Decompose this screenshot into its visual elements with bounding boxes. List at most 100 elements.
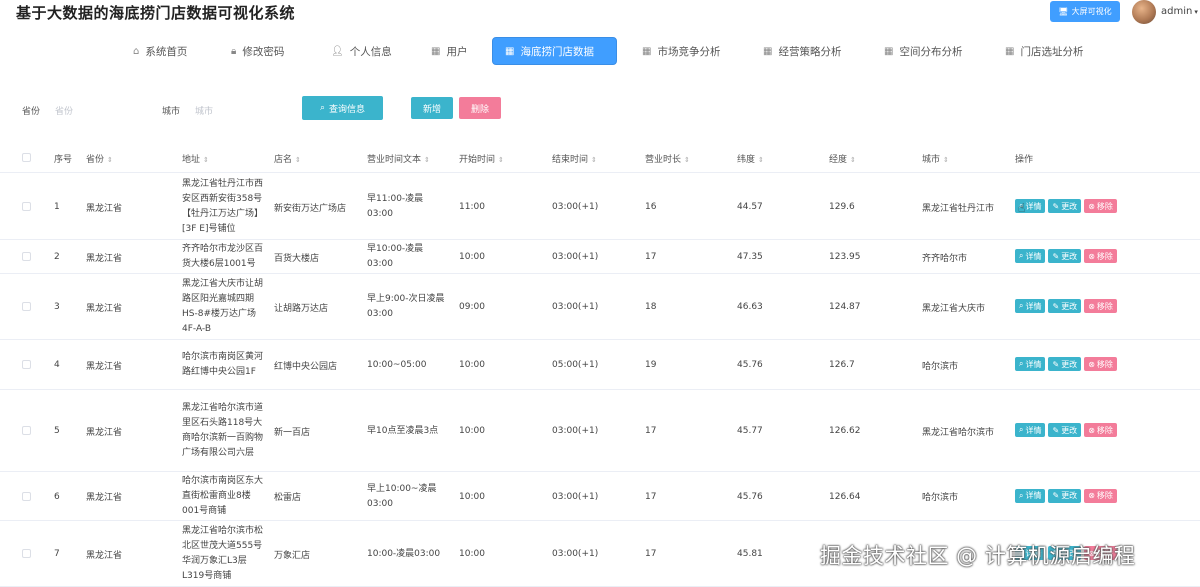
nav-label: 修改密码 <box>242 45 285 58</box>
col-header[interactable]: 地址 ⇕ <box>182 152 209 165</box>
cell-duration: 17 <box>645 491 657 502</box>
chevron-down-icon: ▾ <box>1194 8 1198 16</box>
edit-icon: ✎ <box>1052 251 1060 261</box>
query-label: 查询信息 <box>329 104 366 115</box>
cell-start: 10:00 <box>459 252 485 262</box>
cell-start: 10:00 <box>459 426 485 436</box>
edit-button[interactable]: ✎ 更改 <box>1048 488 1082 503</box>
cell-hours_text: 早10:00-凌晨03:00 <box>367 244 424 269</box>
user-name: admin <box>1161 6 1193 17</box>
edit-button[interactable]: ✎ 更改 <box>1048 357 1082 371</box>
cell-duration: 17 <box>645 549 657 559</box>
province-input[interactable]: 省份 <box>55 104 73 117</box>
remove-button[interactable]: ⊗ 移除 <box>1084 488 1117 503</box>
bigscreen-button[interactable]: 🖥 大屏可视化 <box>1050 1 1120 22</box>
grid-icon: ▦ <box>642 45 652 57</box>
cell-hours_text: 10:00~05:00 <box>367 359 427 370</box>
nav-label: 市场竞争分析 <box>657 45 721 58</box>
nav-item-spatial[interactable]: ▦ 空间分布分析 <box>884 37 962 65</box>
sort-icon: ⇕ <box>850 156 856 164</box>
sort-icon: ⇕ <box>295 156 301 164</box>
nav-item-home[interactable]: ⌂ 系统首页 <box>133 37 187 65</box>
edit-label: 更改 <box>1061 201 1078 211</box>
nav-item-profile[interactable]: 👤︎ 个人信息 <box>331 37 392 65</box>
nav-item-strategy[interactable]: ▦ 经营策略分析 <box>763 37 841 65</box>
sort-icon: ⇕ <box>424 156 430 164</box>
col-header[interactable]: 店名 ⇕ <box>274 152 301 165</box>
remove-button[interactable]: ⊗ 移除 <box>1084 199 1117 213</box>
row-checkbox[interactable] <box>22 302 31 311</box>
top-nav: ⌂ 系统首页 🔒︎ 修改密码 👤︎ 个人信息 ▦ 用户 ▦ 海底捞门店数据 ▦ 市场竞争分析… <box>0 37 1200 65</box>
row-actions: ⌕ 详情 ✎ 更改 ⊗ 移除 <box>1015 249 1117 263</box>
user-menu[interactable]: admin ▾ <box>1161 6 1198 17</box>
nav-item-site-selection[interactable]: ▦ 门店选址分析 <box>1005 37 1083 65</box>
cell-name: 百货大楼店 <box>274 253 320 264</box>
detail-button[interactable]: ⌕ 详情 <box>1015 423 1046 437</box>
cell-duration: 16 <box>645 202 657 212</box>
row-checkbox[interactable] <box>22 360 31 369</box>
detail-label: 详情 <box>1025 301 1042 311</box>
col-header[interactable]: 省份 ⇕ <box>86 152 113 165</box>
edit-button[interactable]: ✎ 更改 <box>1048 199 1082 213</box>
delete-button[interactable]: 删除 <box>459 97 501 119</box>
edit-button[interactable]: ✎ 更改 <box>1048 299 1082 313</box>
row-checkbox[interactable] <box>22 549 31 558</box>
avatar[interactable] <box>1132 0 1156 24</box>
detail-button[interactable]: ⌕ 详情 <box>1015 488 1046 503</box>
edit-icon: ✎ <box>1052 491 1060 500</box>
cell-name: 让胡路万达店 <box>274 303 329 314</box>
remove-button[interactable]: ⊗ 移除 <box>1084 423 1117 437</box>
sort-icon: ⇕ <box>107 156 113 164</box>
row-checkbox[interactable] <box>22 252 31 261</box>
nav-label: 门店选址分析 <box>1020 45 1084 58</box>
cell-name: 新一百店 <box>274 427 311 438</box>
grid-icon: ▦ <box>884 45 894 57</box>
sort-icon: ⇕ <box>203 156 209 164</box>
nav-item-stores[interactable]: ▦ 海底捞门店数据 <box>492 37 617 65</box>
remove-label: 移除 <box>1096 425 1113 435</box>
select-all-checkbox[interactable] <box>22 153 31 162</box>
remove-label: 移除 <box>1096 251 1113 261</box>
table-row: 4 黑龙江省 哈尔滨市南岗区黄河路红博中央公园1F 红博中央公园店 10:00~05:0… <box>0 340 1200 390</box>
edit-button[interactable]: ✎ 更改 <box>1048 423 1082 437</box>
nav-label: 海底捞门店数据 <box>520 45 594 58</box>
nav-item-competition[interactable]: ▦ 市场竞争分析 <box>642 37 720 65</box>
col-header[interactable]: 经度 ⇕ <box>829 152 856 165</box>
nav-item-password[interactable]: 🔒︎ 修改密码 <box>231 37 284 65</box>
remove-icon: ⊗ <box>1088 359 1095 369</box>
col-header[interactable]: 开始时间 ⇕ <box>459 152 504 165</box>
row-checkbox[interactable] <box>22 202 31 211</box>
cell-hours_text: 早上10:00~凌晨03:00 <box>367 483 437 509</box>
row-actions: ⌕ 详情 ✎ 更改 ⊗ 移除 <box>1015 357 1117 371</box>
query-button[interactable]: ⌕ 查询信息 <box>302 96 383 120</box>
cell-no: 4 <box>54 360 60 370</box>
cell-hours_text: 10:00-凌晨03:00 <box>367 548 441 559</box>
remove-button[interactable]: ⊗ 移除 <box>1084 357 1117 371</box>
row-checkbox[interactable] <box>22 491 31 501</box>
search-icon: ⌕ <box>1019 251 1024 260</box>
col-header[interactable]: 结束时间 ⇕ <box>552 152 597 165</box>
col-header[interactable]: 营业时间文本 ⇕ <box>367 152 430 165</box>
detail-button[interactable]: ⌕ 详情 <box>1015 249 1046 263</box>
col-header[interactable]: 纬度 ⇕ <box>737 152 764 165</box>
nav-label: 个人信息 <box>349 45 392 58</box>
nav-item-users[interactable]: ▦ 用户 <box>431 37 467 65</box>
detail-button[interactable]: ⌕ 详情 <box>1015 299 1046 313</box>
add-button[interactable]: 新增 <box>411 97 453 119</box>
remove-label: 移除 <box>1096 201 1113 211</box>
edit-icon: ✎ <box>1052 359 1060 369</box>
city-input[interactable]: 城市 <box>195 104 213 117</box>
col-header[interactable]: 城市 ⇕ <box>922 152 949 165</box>
cell-lat: 45.76 <box>737 491 763 502</box>
nav-label: 系统首页 <box>145 45 188 58</box>
cell-lat: 45.81 <box>737 549 763 559</box>
remove-button[interactable]: ⊗ 移除 <box>1084 299 1117 313</box>
remove-button[interactable]: ⊗ 移除 <box>1084 249 1117 263</box>
row-checkbox[interactable] <box>22 426 31 435</box>
cell-start: 09:00 <box>459 302 485 312</box>
watermark: 掘金技术社区 @ 计算机源启编程 <box>820 544 1136 568</box>
col-header[interactable]: 营业时长 ⇕ <box>645 152 690 165</box>
edit-button[interactable]: ✎ 更改 <box>1048 249 1082 263</box>
cell-province: 黑龙江省 <box>86 203 123 214</box>
detail-button[interactable]: ⌕ 详情 <box>1015 357 1046 371</box>
